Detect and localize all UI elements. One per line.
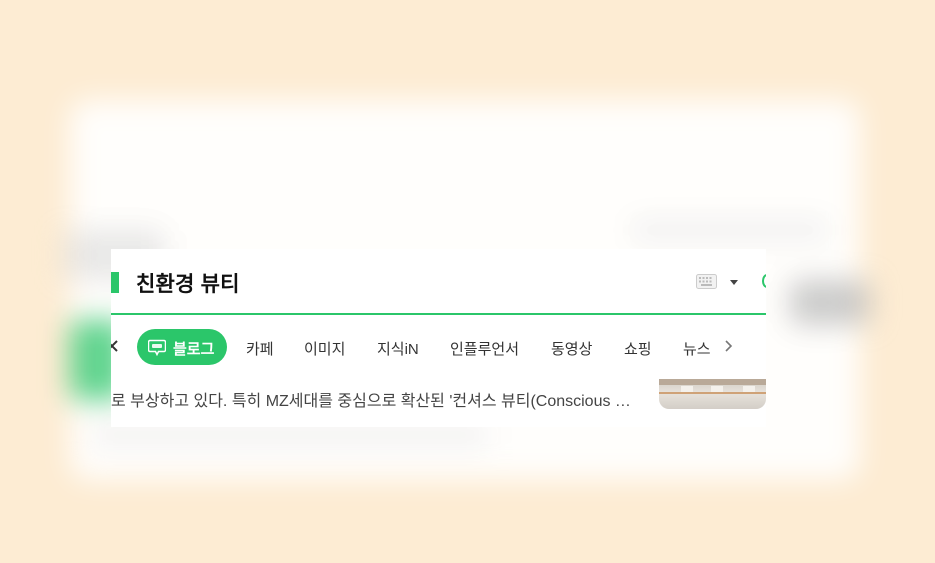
close-icon[interactable]: [111, 337, 119, 353]
thumbnail-detail: [659, 379, 766, 385]
search-button-edge[interactable]: [762, 274, 766, 288]
tab-influencer[interactable]: 인플루언서: [450, 338, 519, 359]
result-snippet[interactable]: 로 부상하고 있다. 특히 MZ세대를 중심으로 확산된 '컨셔스 뷰티(Con…: [111, 387, 646, 411]
tab-news[interactable]: 뉴스: [683, 338, 711, 359]
search-bar[interactable]: 친환경 뷰티: [111, 249, 766, 315]
blurred-block: [790, 280, 870, 325]
thumbnail-detail: [659, 392, 766, 394]
tab-images[interactable]: 이미지: [304, 338, 345, 359]
result-thumbnail[interactable]: [659, 379, 766, 409]
tab-kin[interactable]: 지식iN: [377, 338, 419, 359]
chevron-down-icon[interactable]: [728, 277, 740, 287]
blurred-block: [630, 220, 830, 240]
tab-shopping[interactable]: 쇼핑: [624, 338, 652, 359]
tab-cafe[interactable]: 카페: [246, 338, 274, 359]
search-accent-bar: [111, 272, 119, 293]
search-results-panel: 친환경 뷰티 블로그 카페 이미지 지식iN 인플루언서 동영상 쇼핑 뉴스 로…: [111, 249, 766, 427]
keyboard-icon[interactable]: [696, 274, 717, 289]
tab-video[interactable]: 동영상: [551, 338, 592, 359]
search-tabs: 블로그 카페 이미지 지식iN 인플루언서 동영상 쇼핑 뉴스: [111, 327, 766, 367]
tab-blog[interactable]: 블로그: [137, 329, 227, 365]
tab-blog-label: 블로그: [173, 341, 215, 358]
chevron-right-icon[interactable]: [722, 339, 734, 353]
search-input[interactable]: 친환경 뷰티: [136, 268, 240, 298]
blog-icon: [148, 339, 166, 356]
